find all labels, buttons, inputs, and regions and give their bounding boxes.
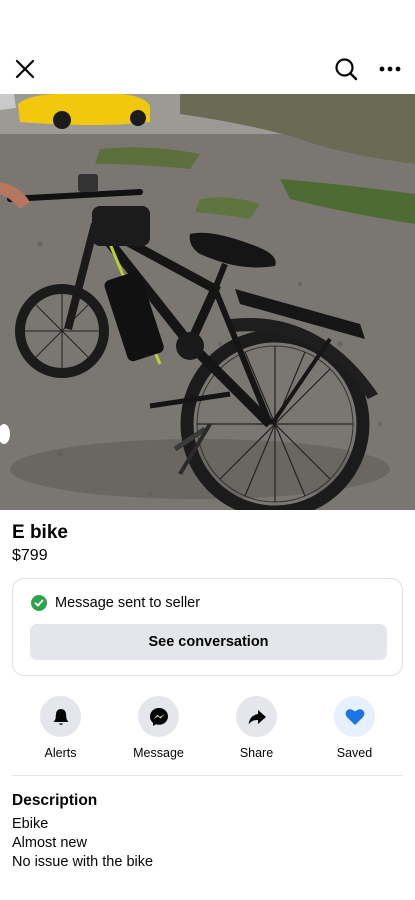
search-button[interactable] <box>331 54 361 84</box>
share-label: Share <box>239 746 274 760</box>
listing-title: E bike <box>12 522 68 543</box>
more-options-button[interactable] <box>375 54 405 84</box>
description-line: Ebike <box>12 816 49 832</box>
saved-circle <box>334 696 375 737</box>
close-icon <box>15 59 35 79</box>
message-sent-card: Message sent to seller See conversation <box>12 578 403 676</box>
alerts-button[interactable]: Alerts <box>12 696 109 762</box>
description-text: Ebike Almost new No issue with the bike <box>12 815 153 872</box>
close-button[interactable] <box>10 54 40 84</box>
heart-icon <box>345 708 364 725</box>
description-line: No issue with the bike <box>12 854 154 870</box>
alerts-circle <box>40 696 81 737</box>
bike-photo-illustration <box>0 94 415 510</box>
section-divider <box>12 775 403 776</box>
message-button[interactable]: Message <box>110 696 207 762</box>
description-line: Almost new <box>12 835 87 851</box>
share-button[interactable]: Share <box>208 696 305 762</box>
saved-button[interactable]: Saved <box>306 696 403 762</box>
message-circle <box>138 696 179 737</box>
share-arrow-icon <box>248 709 266 724</box>
check-circle-icon <box>31 595 47 611</box>
messenger-icon <box>149 707 168 726</box>
saved-label: Saved <box>336 746 373 760</box>
message-status-row: Message sent to seller <box>31 595 200 611</box>
message-status-text: Message sent to seller <box>55 595 201 611</box>
more-horizontal-icon <box>379 66 401 72</box>
listing-photo[interactable] <box>0 94 415 510</box>
alerts-label: Alerts <box>44 746 77 760</box>
action-row: Alerts Message Share Saved <box>12 696 403 762</box>
message-label: Message <box>133 746 184 760</box>
top-bar <box>0 44 415 94</box>
bell-icon <box>53 708 68 725</box>
listing-price: $799 <box>12 547 48 564</box>
search-icon <box>335 58 358 81</box>
description-heading: Description <box>12 792 98 809</box>
see-conversation-button[interactable]: See conversation <box>30 624 387 660</box>
share-circle <box>236 696 277 737</box>
